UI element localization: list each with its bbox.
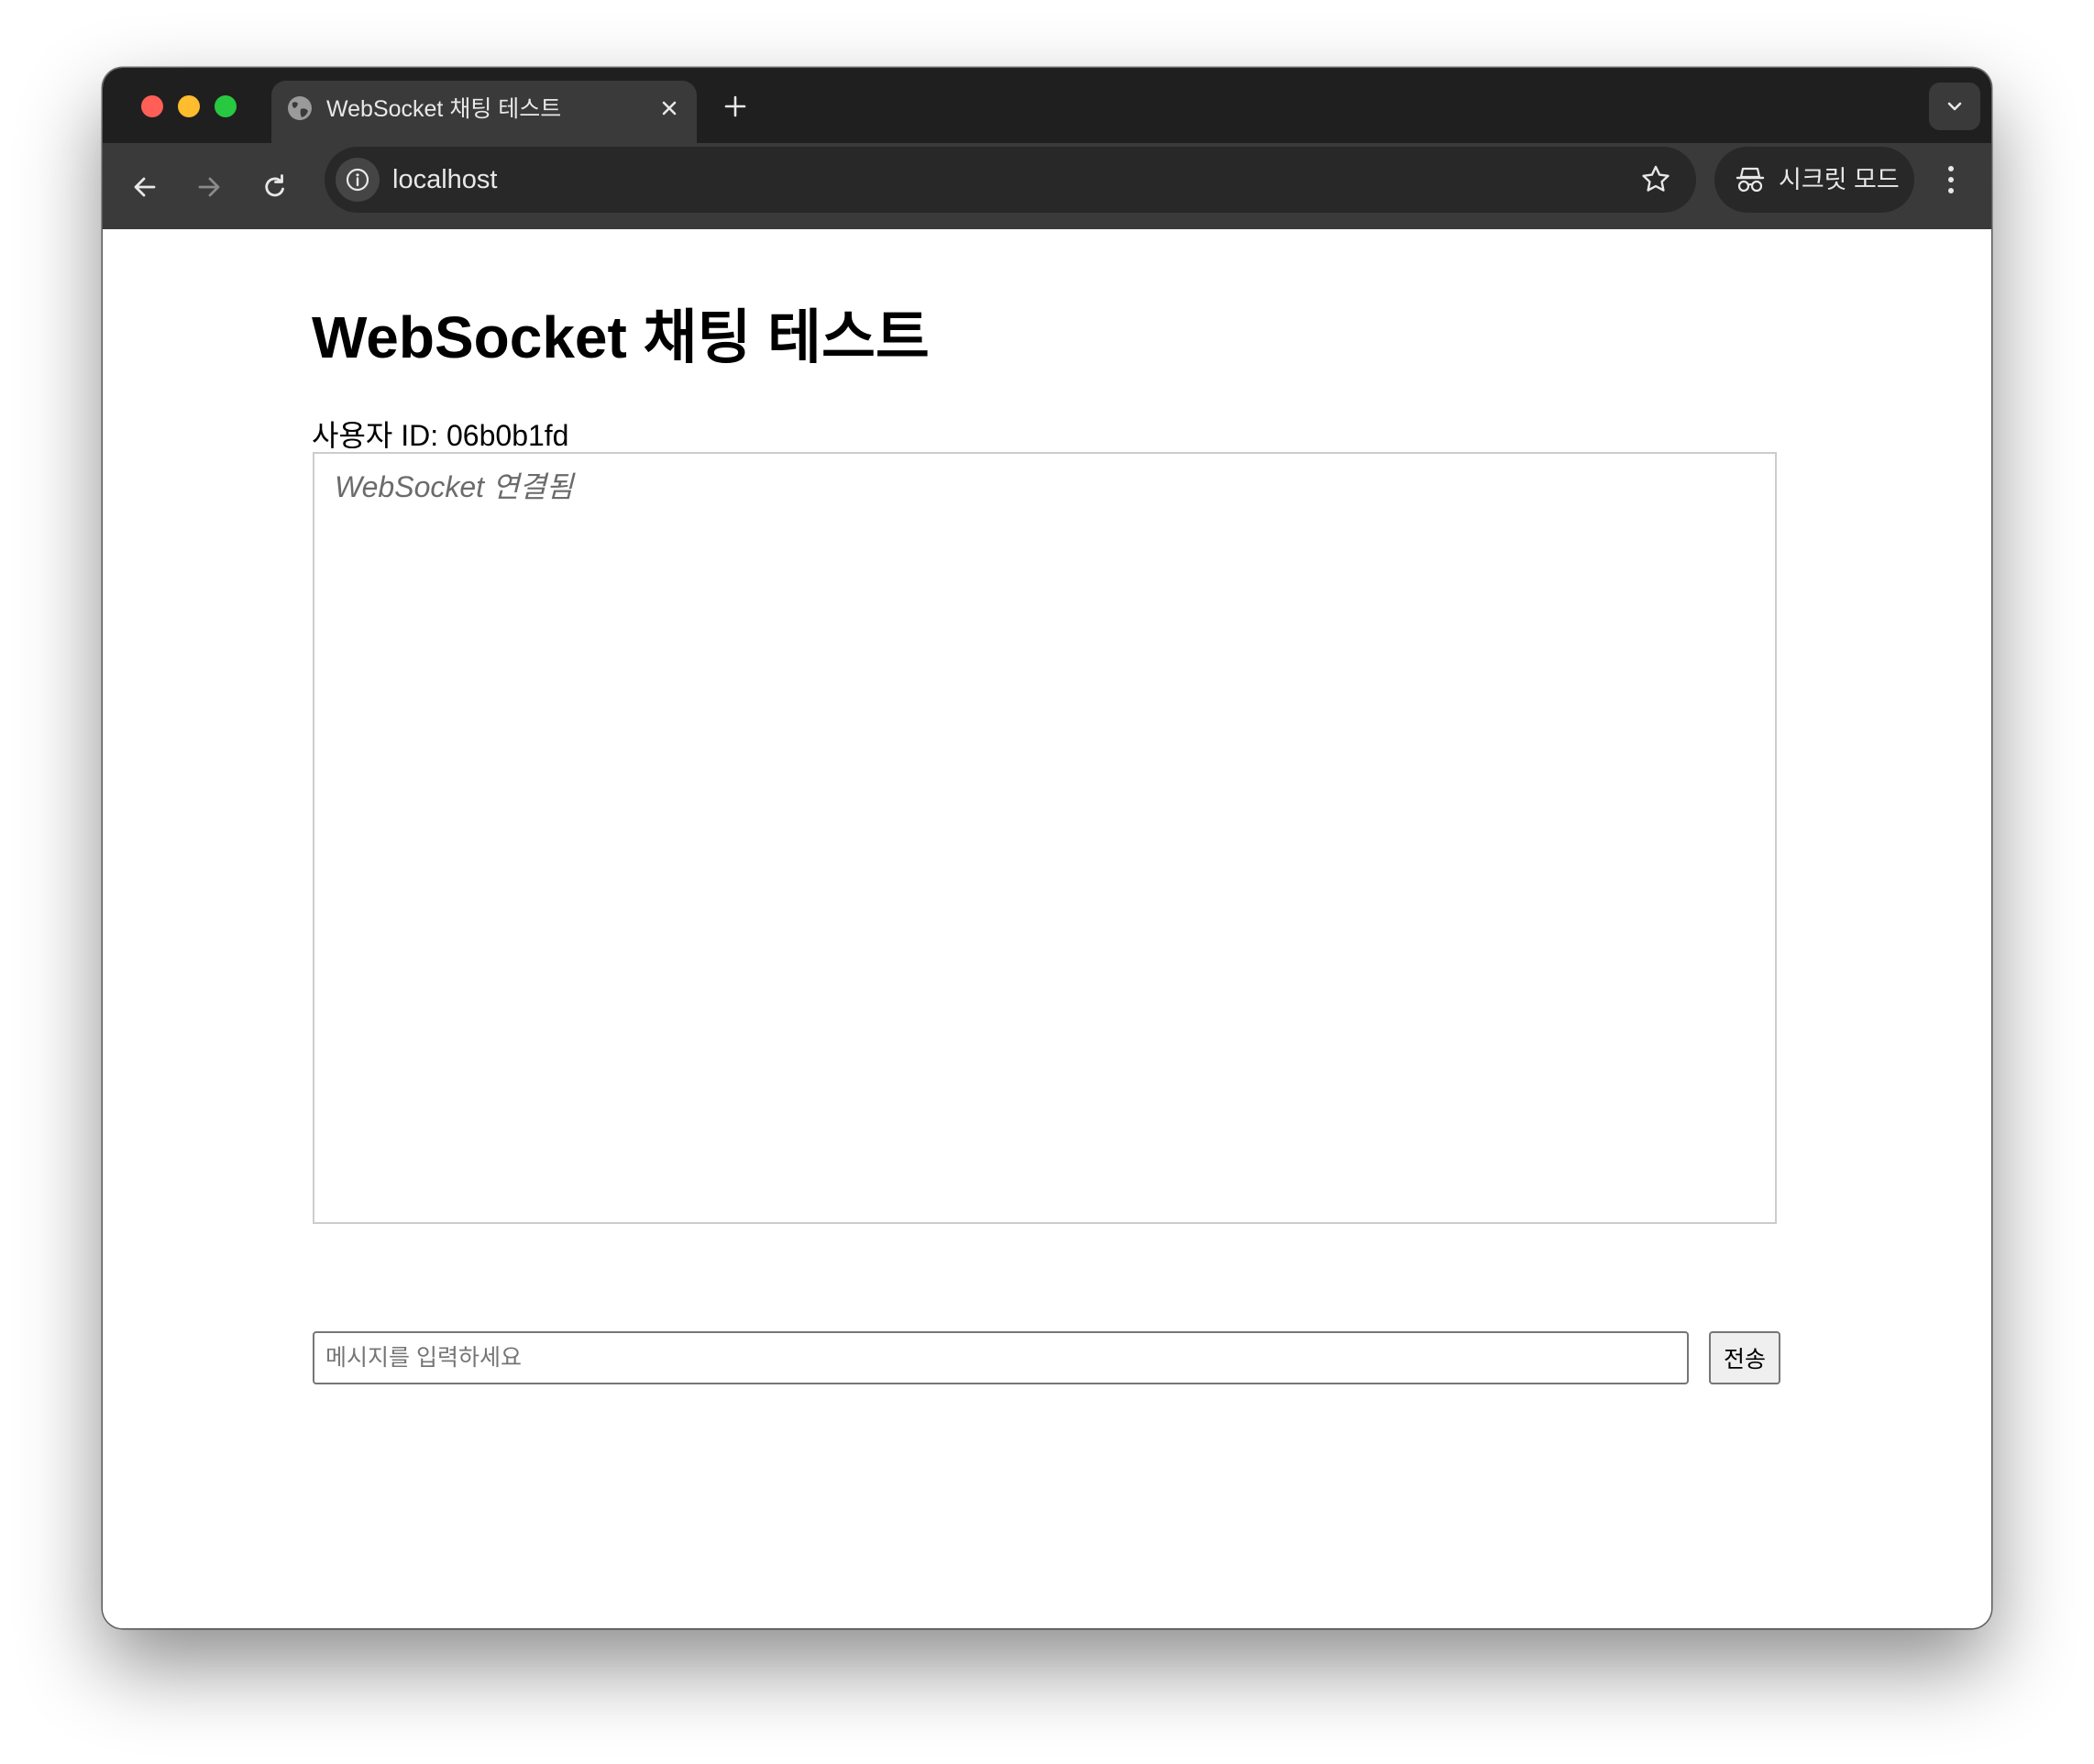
send-button[interactable]: 전송: [1709, 1331, 1780, 1384]
message-input[interactable]: [313, 1331, 1689, 1384]
arrow-right-icon: [198, 177, 220, 197]
reload-button[interactable]: [257, 169, 293, 205]
user-id-label: 사용자 ID:: [312, 419, 439, 452]
forward-button[interactable]: [191, 169, 227, 205]
user-id-value: 06b0b1fd: [446, 419, 569, 452]
system-message: WebSocket 연결됨: [335, 470, 574, 503]
star-icon[interactable]: [1637, 161, 1674, 198]
url-text[interactable]: localhost: [392, 163, 497, 196]
globe-icon: [286, 94, 314, 122]
plus-icon[interactable]: [719, 90, 752, 123]
tab-title: WebSocket 채팅 테스트: [326, 96, 562, 122]
page-title: WebSocket 채팅 테스트: [312, 304, 930, 370]
tab-active[interactable]: WebSocket 채팅 테스트: [271, 81, 697, 143]
close-window-button[interactable]: [141, 95, 163, 117]
address-bar[interactable]: localhost: [325, 147, 1696, 213]
arrow-left-icon: [134, 177, 156, 197]
incognito-icon: [1736, 167, 1765, 193]
site-info-button[interactable]: [336, 158, 380, 202]
incognito-indicator[interactable]: 시크릿 모드: [1714, 147, 1914, 213]
chevron-down-icon: [1947, 102, 1962, 111]
minimize-window-button[interactable]: [178, 95, 200, 117]
info-icon: [346, 168, 369, 192]
message-log[interactable]: WebSocket 연결됨: [313, 452, 1777, 1224]
user-id-line: 사용자 ID: 06b0b1fd: [312, 417, 568, 454]
reload-icon: [265, 174, 284, 197]
more-vertical-icon[interactable]: [1933, 160, 1969, 200]
page-content: WebSocket 채팅 테스트 사용자 ID: 06b0b1fd WebSoc…: [103, 229, 1991, 1628]
maximize-window-button[interactable]: [215, 95, 237, 117]
close-icon[interactable]: [655, 94, 684, 123]
tab-strip: WebSocket 채팅 테스트: [103, 68, 1991, 143]
tab-search-button[interactable]: [1929, 83, 1980, 130]
back-button[interactable]: [127, 169, 163, 205]
browser-window: WebSocket 채팅 테스트 localhost 시크릿 모드 WebSoc…: [103, 68, 1991, 1628]
incognito-label: 시크릿 모드: [1779, 166, 1900, 193]
